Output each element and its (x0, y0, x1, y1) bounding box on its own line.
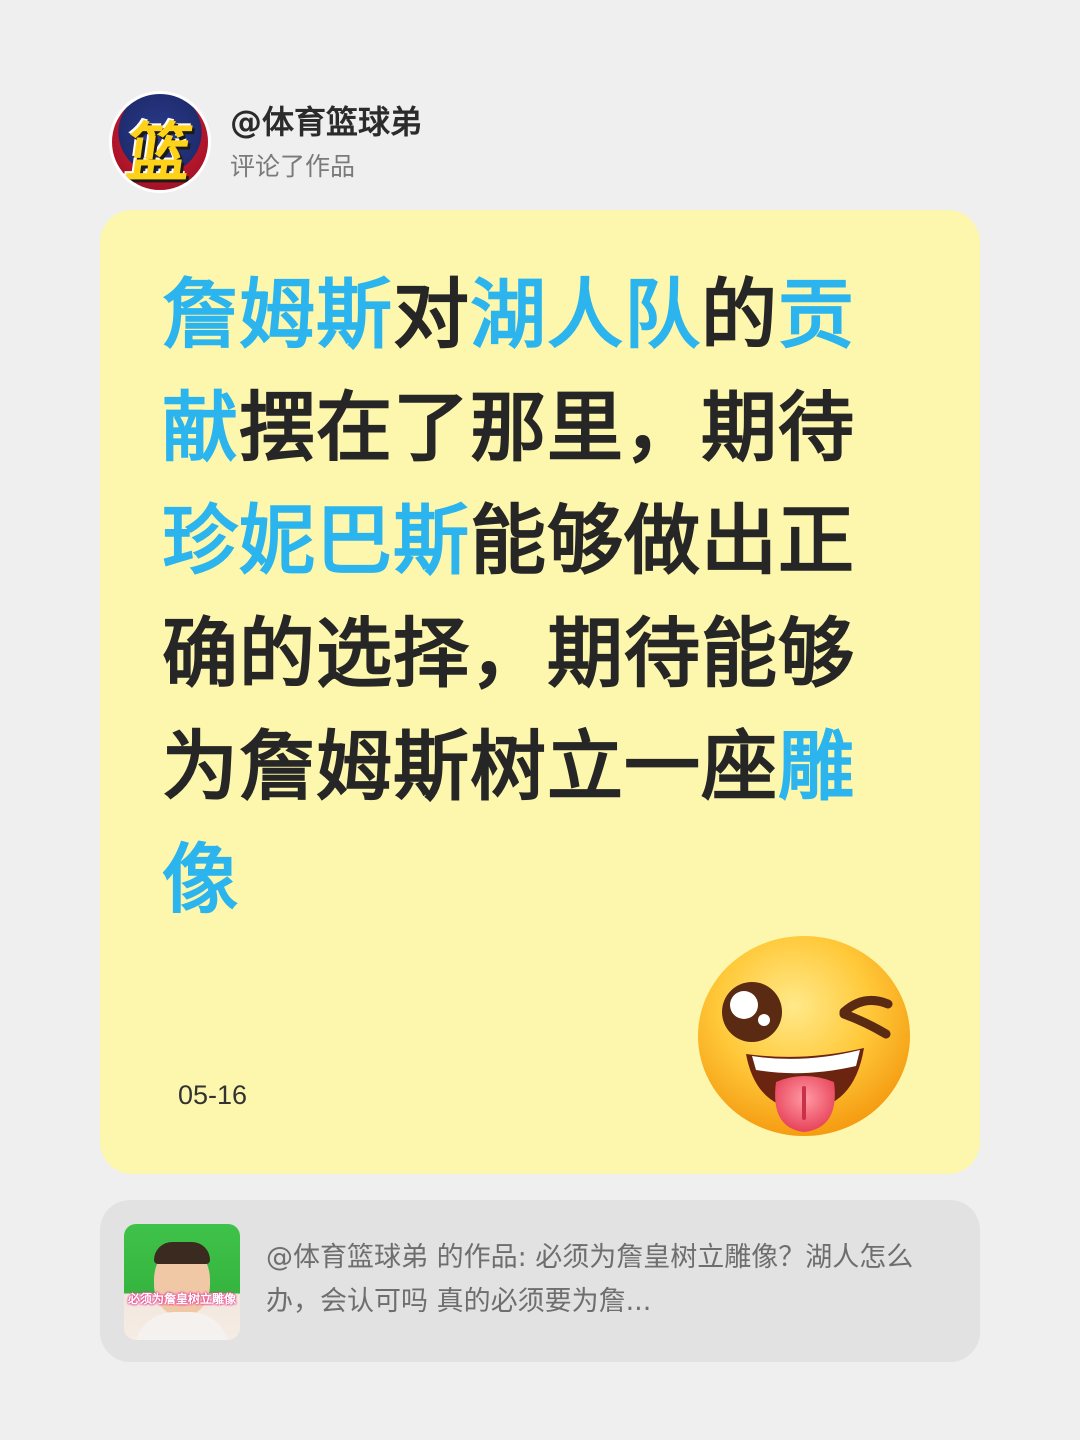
work-description[interactable]: @体育篮球弟 的作品: 必须为詹皇树立雕像？湖人怎么办，会认可吗 真的必须要为詹… (266, 1236, 938, 1324)
thumbnail-shirt (134, 1312, 230, 1340)
comment-date: 05-16 (178, 1080, 248, 1110)
comment-segment: 对 (393, 270, 470, 359)
comment-segment: 摆在了那里，期待 (239, 383, 855, 472)
comment-segment: 珍妮巴斯 (162, 496, 470, 585)
comment-segment: 詹姆斯 (162, 270, 393, 359)
action-label: 评论了作品 (230, 152, 356, 181)
linked-work-card[interactable]: 必须为詹皇树立雕像 @体育篮球弟 的作品: 必须为詹皇树立雕像？湖人怎么办，会认… (100, 1200, 980, 1362)
comment-text: 詹姆斯对湖人队的贡献摆在了那里，期待珍妮巴斯能够做出正确的选择，期待能够为詹姆斯… (162, 258, 892, 936)
avatar-logo-text: 篮 (121, 117, 197, 190)
thumbnail-hair (154, 1242, 210, 1264)
comment-card: 詹姆斯对湖人队的贡献摆在了那里，期待珍妮巴斯能够做出正确的选择，期待能够为詹姆斯… (100, 210, 980, 1174)
work-thumbnail[interactable]: 必须为詹皇树立雕像 (124, 1224, 240, 1340)
winking-tongue-face-icon (698, 936, 910, 1136)
comment-header: 篮 @体育篮球弟 评论了作品 (112, 94, 422, 190)
header-text: @体育篮球弟 评论了作品 (230, 102, 422, 182)
username[interactable]: @体育篮球弟 (230, 102, 422, 142)
thumbnail-caption: 必须为詹皇树立雕像 (127, 1292, 236, 1306)
avatar[interactable]: 篮 (112, 94, 208, 190)
comment-segment: 的 (701, 270, 778, 359)
comment-segment: 湖人队 (470, 270, 701, 359)
